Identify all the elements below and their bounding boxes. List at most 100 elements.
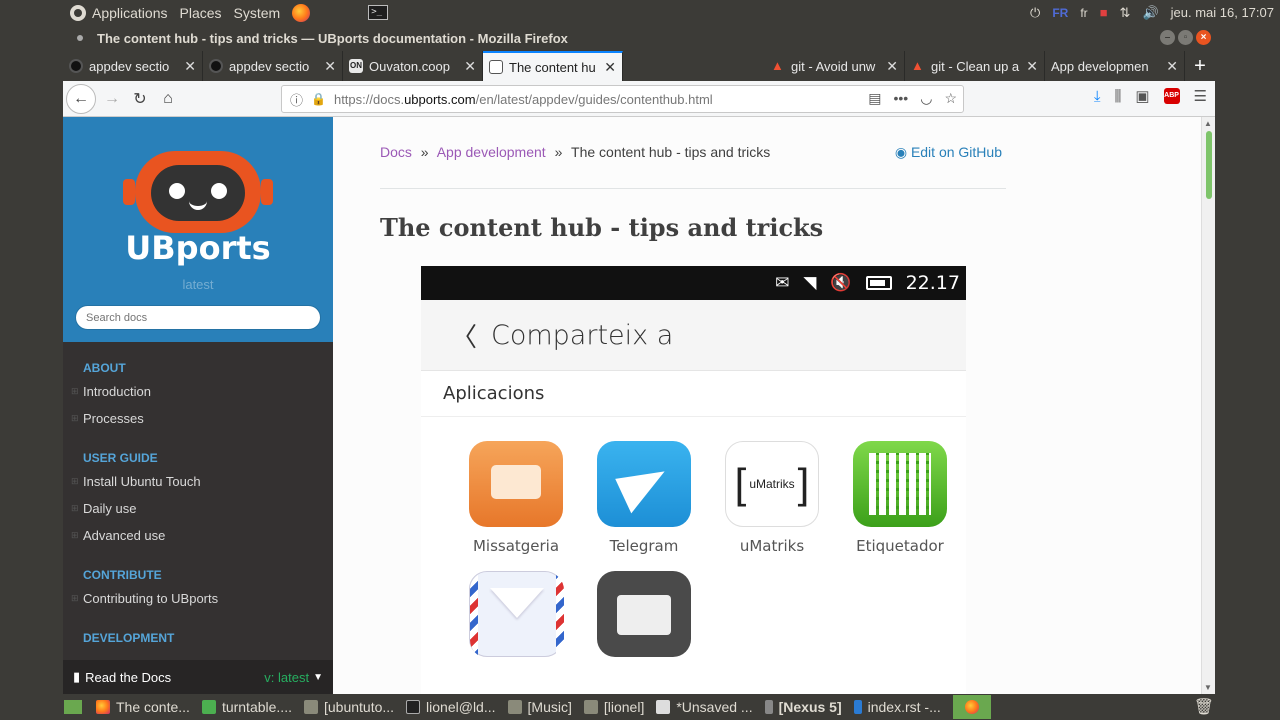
rtd-version[interactable]: v: latest: [264, 670, 309, 685]
ubports-robot-logo[interactable]: [123, 145, 273, 241]
close-tab-icon[interactable]: ✕: [1166, 58, 1178, 75]
maximize-icon[interactable]: ▫: [1178, 30, 1193, 45]
close-tab-icon[interactable]: ✕: [1026, 58, 1038, 75]
bookmark-star-icon[interactable]: ☆: [944, 90, 957, 107]
window-menu-icon[interactable]: [77, 35, 83, 41]
scroll-thumb[interactable]: [1206, 131, 1212, 199]
terminal-launcher-icon[interactable]: >_: [368, 5, 389, 20]
caret-down-icon[interactable]: ▼: [313, 672, 323, 683]
messaging-app-icon: [469, 441, 563, 527]
task-text-editor[interactable]: *Unsaved ...: [650, 694, 758, 720]
umatriks-app-icon: [uMatriks]: [725, 441, 819, 527]
tab-appdev-1[interactable]: appdev sectio ✕: [63, 51, 203, 81]
scroll-up-icon[interactable]: ▲: [1204, 119, 1212, 128]
tab-git-avoid[interactable]: ▲ git - Avoid unw ✕: [765, 51, 905, 81]
adblock-icon[interactable]: ABP: [1163, 88, 1180, 104]
keyboard-layout-label[interactable]: fr: [1080, 6, 1087, 20]
close-tab-icon[interactable]: ✕: [324, 58, 336, 75]
hamburger-menu-icon[interactable]: ☰: [1194, 87, 1207, 105]
home-button[interactable]: ⌂: [154, 85, 182, 113]
volume-icon[interactable]: 🔊: [1142, 5, 1158, 21]
sidebar-item-introduction[interactable]: ⊞ Introduction: [63, 378, 333, 405]
minimize-icon[interactable]: –: [1160, 30, 1175, 45]
read-the-docs-flyout[interactable]: ▮ Read the Docs v: latest ▼: [63, 660, 333, 694]
recording-icon[interactable]: ■: [1100, 5, 1108, 20]
tab-bar-spacer[interactable]: [623, 51, 765, 81]
page-scrollbar[interactable]: ▲ ▼: [1201, 117, 1215, 694]
library-icon[interactable]: ⫼: [1114, 88, 1121, 105]
pocket-icon[interactable]: ◡: [920, 90, 932, 107]
tab-app-development[interactable]: App developmen ✕: [1045, 51, 1185, 81]
task-folder-lionel[interactable]: [lionel]: [578, 694, 650, 720]
expand-icon[interactable]: ⊞: [71, 378, 83, 405]
close-tab-icon[interactable]: ✕: [604, 59, 616, 76]
task-nexus5[interactable]: [Nexus 5]: [759, 694, 848, 720]
workspace-switcher[interactable]: [952, 695, 991, 719]
expand-icon[interactable]: ⊞: [71, 405, 83, 432]
trash-icon[interactable]: 🗑: [1194, 697, 1214, 717]
task-firefox[interactable]: The conte...: [90, 694, 196, 720]
sidebar-item-daily-use[interactable]: ⊞ Daily use: [63, 495, 333, 522]
reader-view-icon[interactable]: ▤: [868, 90, 881, 107]
tab-git-clean[interactable]: ▲ git - Clean up a ✕: [905, 51, 1045, 81]
url-bar[interactable]: ⓘ 🔒 https://docs. ubports.com/en/latest/a…: [281, 85, 964, 113]
github-icon: [69, 59, 83, 73]
lock-icon[interactable]: 🔒: [311, 92, 326, 106]
page-actions-icon[interactable]: •••: [894, 90, 909, 107]
task-code-editor[interactable]: index.rst -...: [848, 694, 947, 720]
chat-icon: [201, 700, 216, 714]
network-icon[interactable]: ⇅: [1120, 5, 1131, 21]
expand-icon[interactable]: ⊞: [71, 495, 83, 522]
close-tab-icon[interactable]: ✕: [886, 58, 898, 75]
breadcrumb: Docs » App development » The content hub…: [380, 144, 1002, 160]
firefox-icon: [964, 700, 979, 714]
places-menu[interactable]: Places: [180, 5, 222, 21]
scroll-down-icon[interactable]: ▼: [1204, 683, 1212, 692]
tab-ouvaton[interactable]: ON Ouvaton.coop ✕: [343, 51, 483, 81]
caption-development: DEVELOPMENT: [83, 631, 175, 645]
back-button[interactable]: ←: [66, 83, 96, 114]
phone-icon: [764, 700, 773, 714]
sidebar-item-advanced-use[interactable]: ⊞ Advanced use: [63, 522, 333, 549]
sidebar-item-processes[interactable]: ⊞ Processes: [63, 405, 333, 432]
close-tab-icon[interactable]: ✕: [184, 58, 196, 75]
code-editor-icon: [853, 700, 862, 714]
clock[interactable]: jeu. mai 16, 17:07: [1171, 5, 1274, 20]
forward-button[interactable]: →: [98, 85, 126, 113]
sidebar-toggle-icon[interactable]: ▣: [1135, 87, 1149, 105]
reload-button[interactable]: ↻: [126, 85, 154, 113]
edit-on-github-link[interactable]: ◉ Edit on GitHub: [895, 144, 1002, 161]
tab-content-hub[interactable]: The content hu ✕: [483, 51, 623, 81]
sidebar-item-contributing[interactable]: ⊞ Contributing to UBports: [63, 585, 333, 612]
firefox-launcher-icon[interactable]: [292, 3, 311, 22]
new-tab-button[interactable]: +: [1185, 51, 1215, 81]
breadcrumb-docs[interactable]: Docs: [380, 144, 412, 160]
expand-icon[interactable]: ⊞: [71, 522, 83, 549]
power-icon[interactable]: ⏻: [1030, 5, 1040, 21]
window-titlebar[interactable]: The content hub - tips and tricks — UBpo…: [63, 25, 1215, 51]
task-folder-music[interactable]: [Music]: [502, 694, 578, 720]
expand-icon[interactable]: ⊞: [71, 585, 83, 612]
sidebar-item-install[interactable]: ⊞ Install Ubuntu Touch: [63, 468, 333, 495]
expand-icon[interactable]: ⊞: [71, 468, 83, 495]
keyboard-layout-indicator[interactable]: FR: [1052, 6, 1068, 20]
downloads-icon[interactable]: ⤓: [1094, 88, 1101, 105]
task-chat[interactable]: turntable....: [196, 694, 298, 720]
close-window-icon[interactable]: ×: [1196, 30, 1211, 45]
info-icon[interactable]: ⓘ: [290, 90, 303, 109]
app-grid: Missatgeria Telegram [uMatriks] uMatriks…: [421, 417, 966, 667]
search-docs-input[interactable]: [75, 305, 321, 330]
ubuntu-logo-icon[interactable]: [70, 4, 86, 21]
main-content: Docs » App development » The content hub…: [333, 117, 1053, 694]
phone-header: 〈 Comparteix a: [421, 300, 966, 371]
applications-menu[interactable]: Applications: [92, 5, 168, 21]
close-tab-icon[interactable]: ✕: [464, 58, 476, 75]
breadcrumb-app-development[interactable]: App development: [437, 144, 546, 160]
task-folder-ubuntutouch[interactable]: [ubuntuto...: [298, 694, 400, 720]
tab-appdev-2[interactable]: appdev sectio ✕: [203, 51, 343, 81]
system-menu[interactable]: System: [234, 5, 281, 21]
brand-name[interactable]: UBports: [63, 229, 333, 267]
github-icon: ◉: [894, 144, 911, 160]
task-terminal[interactable]: lionel@ld...: [400, 694, 501, 720]
show-desktop-icon[interactable]: [64, 700, 82, 714]
